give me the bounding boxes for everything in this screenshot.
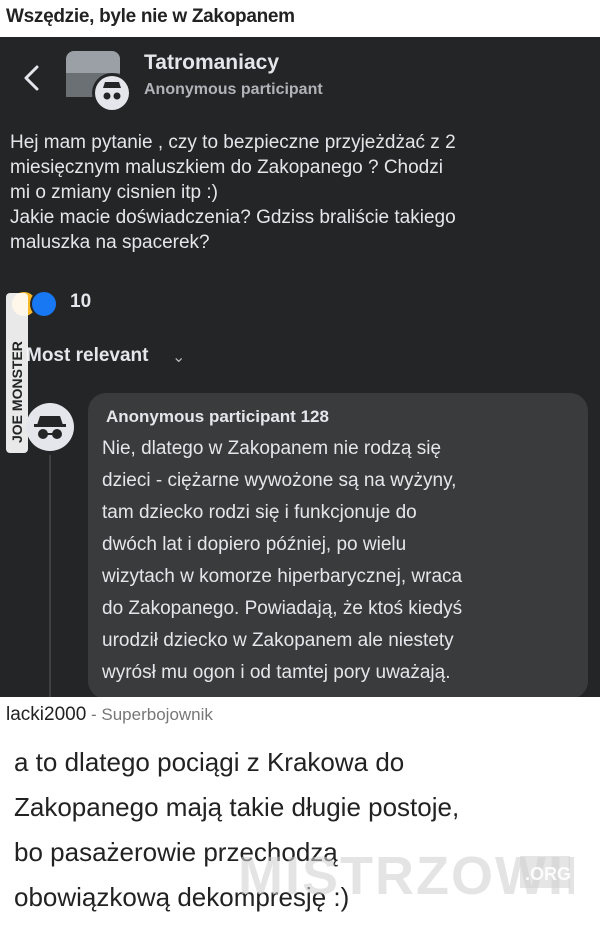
comment-author[interactable]: Anonymous participant 128 xyxy=(106,407,329,427)
comment-avatar[interactable] xyxy=(26,403,74,451)
sort-dropdown[interactable]: Most relevant xyxy=(26,345,148,367)
comment-line: tam dziecko rodzi się i funkcjonuje do xyxy=(102,502,417,523)
mistrzowie-watermark: MISTRZOWIE .ORG xyxy=(238,846,574,904)
answer-username[interactable]: lacki2000 xyxy=(6,704,86,725)
comment-line: do Zakopanego. Powiadają, że ktoś kiedyś xyxy=(102,598,463,619)
post-line: miesięcznym maluszkiem do Zakopanego ? C… xyxy=(10,157,443,178)
post-line: maluszka na spacerek? xyxy=(10,232,210,253)
reaction-count: 10 xyxy=(70,291,92,312)
answer-rank: - Superbojownik xyxy=(86,705,213,724)
comment-line: dzieci - ciężarne wywożone są na wyżyny, xyxy=(102,470,457,491)
comment-text: Nie, dlatego w Zakopanem nie rodzą się d… xyxy=(102,433,462,689)
thread-line xyxy=(49,455,51,697)
comment-line: wyrósł mu ogon i od tamtej pory uważają. xyxy=(102,662,451,683)
comment-line: Nie, dlatego w Zakopanem nie rodzą się xyxy=(102,438,442,459)
answer-line: a to dlatego pociągi z Krakowa do xyxy=(14,747,405,777)
group-name[interactable]: Tatromaniacy xyxy=(144,51,279,75)
comment-bubble: Anonymous participant 128 Nie, dlatego w… xyxy=(88,393,588,697)
post-line: mi o zmiany cisnien itp :) xyxy=(10,182,219,203)
svg-text:.ORG: .ORG xyxy=(525,864,571,884)
page-title: Wszędzie, byle nie w Zakopanem xyxy=(6,6,295,27)
like-reaction-icon xyxy=(30,290,58,318)
comment-line: urodził dziecko w Zakopanem ale niestety xyxy=(102,630,454,651)
answer-line: Zakopanego mają takie długie postoje, xyxy=(14,792,460,822)
joe-monster-watermark: JOE MONSTER xyxy=(6,293,28,453)
chevron-down-icon[interactable]: ⌄ xyxy=(172,347,185,367)
post-line: Jakie macie doświadczenia? Gdziss braliś… xyxy=(10,207,456,228)
comment-line: dwóch lat i dopiero później, po wielu xyxy=(102,534,407,555)
post-body: Hej mam pytanie , czy to bezpieczne przy… xyxy=(10,130,590,255)
group-avatar[interactable] xyxy=(66,51,136,115)
facebook-screenshot: Tatromaniacy Anonymous participant Hej m… xyxy=(0,37,600,697)
svg-text:JOE MONSTER: JOE MONSTER xyxy=(9,341,25,443)
comment-line: wizytach w komorze hiperbarycznej, wraca xyxy=(102,566,463,587)
poster-name: Anonymous participant xyxy=(144,81,323,98)
post-line: Hej mam pytanie , czy to bezpieczne przy… xyxy=(10,132,456,153)
answer-meta: lacki2000 - Superbojownik xyxy=(6,704,213,726)
back-arrow-icon[interactable] xyxy=(18,63,48,93)
